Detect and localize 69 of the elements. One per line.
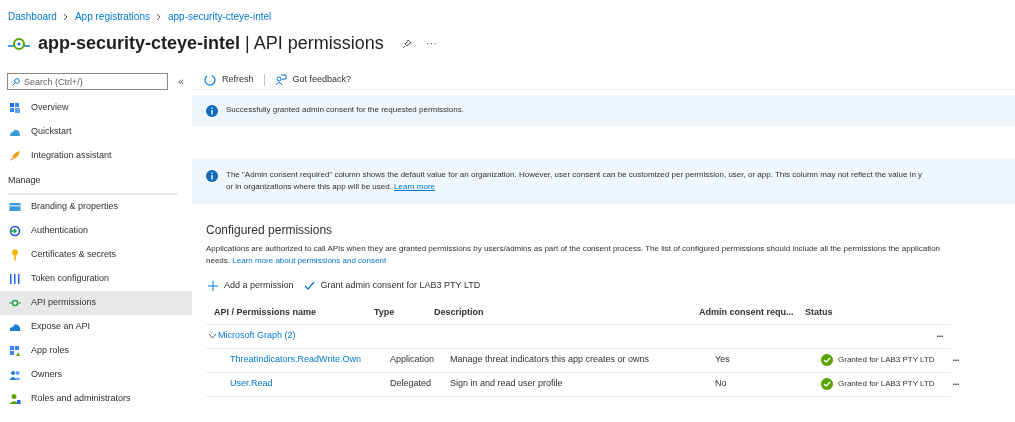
info-icon bbox=[206, 170, 218, 182]
learn-more-link[interactable]: Learn more bbox=[394, 182, 436, 191]
column-header: Admin consent requ... bbox=[699, 306, 795, 320]
section-heading: Configured permissions bbox=[206, 222, 334, 239]
sidebar-item[interactable]: Authentication bbox=[0, 218, 192, 243]
collapse-button[interactable]: « bbox=[177, 73, 184, 90]
plus-icon bbox=[208, 280, 218, 291]
sidebar-item[interactable]: Overview bbox=[0, 96, 192, 120]
permission-link[interactable]: User.Read bbox=[230, 377, 390, 391]
success-check-icon bbox=[821, 378, 833, 390]
rocket-icon bbox=[9, 150, 21, 162]
group-toggle[interactable]: Microsoft Graph (2) bbox=[208, 329, 296, 343]
section-header: Manage bbox=[8, 174, 178, 195]
sidebar-item[interactable]: Roles and administrators bbox=[0, 386, 192, 411]
column-header: Description bbox=[434, 306, 485, 320]
table-cell-text: No bbox=[715, 377, 728, 391]
grant-consent-button[interactable]: Grant admin consent for LAB3 PTY LTD bbox=[303, 279, 481, 293]
success-check-icon bbox=[821, 354, 833, 366]
breadcrumb-link[interactable]: App registrations bbox=[74, 9, 150, 24]
more-button[interactable]: ··· bbox=[425, 35, 437, 52]
table-cell-text: Delegated bbox=[390, 377, 433, 391]
sidebar-item[interactable]: API permissions bbox=[0, 290, 192, 315]
column-header: Type bbox=[374, 306, 396, 320]
pin-icon[interactable] bbox=[401, 38, 412, 49]
chevron-right-icon bbox=[155, 12, 162, 21]
permission-link[interactable]: ThreatIndicators.ReadWrite.Own bbox=[230, 353, 390, 367]
column-header: API / Permissions name bbox=[214, 306, 318, 320]
refresh-button[interactable]: Refresh bbox=[204, 73, 254, 87]
people-icon bbox=[9, 368, 21, 381]
breadcrumb-link[interactable]: Dashboard bbox=[8, 9, 57, 24]
person-icon bbox=[9, 392, 21, 405]
chevron-icon bbox=[208, 333, 217, 339]
sidebar-item[interactable]: Integration assistant bbox=[0, 144, 192, 168]
checkmark-icon bbox=[303, 281, 315, 291]
sidebar-item[interactable]: Token configuration bbox=[0, 266, 192, 291]
info-message: Successfully granted admin consent for the requested permissions. bbox=[226, 104, 464, 116]
info-message: The "Admin consent required" column shows the default value for an organization. However, user consent can be customized per permission, user, or app. This column may not reflect the value in y or in organizations where this app will be used. Learn more bbox=[226, 169, 923, 193]
search-field[interactable]: Search (Ctrl+/) bbox=[7, 73, 168, 90]
page-title: app-security-cteye-intel | API permissions bbox=[38, 32, 384, 55]
sliders-icon bbox=[9, 272, 21, 285]
search-icon bbox=[12, 78, 20, 86]
sidebar-item[interactable]: Expose an API bbox=[0, 314, 192, 339]
grid-icon bbox=[9, 344, 21, 357]
card-icon bbox=[9, 200, 21, 213]
feedback-icon bbox=[274, 74, 287, 86]
info-icon bbox=[206, 105, 218, 117]
table-cell-text: Yes bbox=[715, 353, 731, 367]
sign-in-icon bbox=[9, 224, 21, 237]
breadcrumb-link[interactable]: app-security-cteye-intel bbox=[167, 9, 272, 24]
grid-icon bbox=[9, 102, 21, 114]
sidebar-item[interactable]: Owners bbox=[0, 362, 192, 387]
permissions-link[interactable]: Learn more about permissions and consent bbox=[232, 256, 387, 265]
table-cell-text: Manage threat indicators this app creates or owns bbox=[450, 353, 651, 367]
status-text: Granted for LAB3 PTY LTD bbox=[838, 378, 935, 390]
chevron-right-icon bbox=[62, 12, 69, 21]
status-text: Granted for LAB3 PTY LTD bbox=[838, 354, 935, 366]
sidebar-item[interactable]: Branding & properties bbox=[0, 194, 192, 219]
refresh-icon bbox=[204, 74, 216, 86]
add-permission-button[interactable]: Add a permission bbox=[208, 279, 294, 293]
sidebar-item[interactable]: App roles bbox=[0, 338, 192, 363]
table-cell-text: Application bbox=[390, 353, 436, 367]
column-header: Status bbox=[805, 306, 834, 320]
feedback-button[interactable]: Got feedback? bbox=[274, 73, 352, 87]
section-description: Applications are authorized to call APIs when they are granted permissions by users/admins as part of the consent process. The list of configured permissions should include all the permissions the application needs. Learn more about permissions and consent bbox=[206, 243, 942, 267]
key-icon bbox=[9, 248, 21, 261]
app-icon bbox=[8, 36, 30, 51]
sidebar-item[interactable]: Quickstart bbox=[0, 120, 192, 144]
table-cell-text: Sign in and read user profile bbox=[450, 377, 564, 391]
sidebar-item[interactable]: Certificates & secrets bbox=[0, 242, 192, 267]
